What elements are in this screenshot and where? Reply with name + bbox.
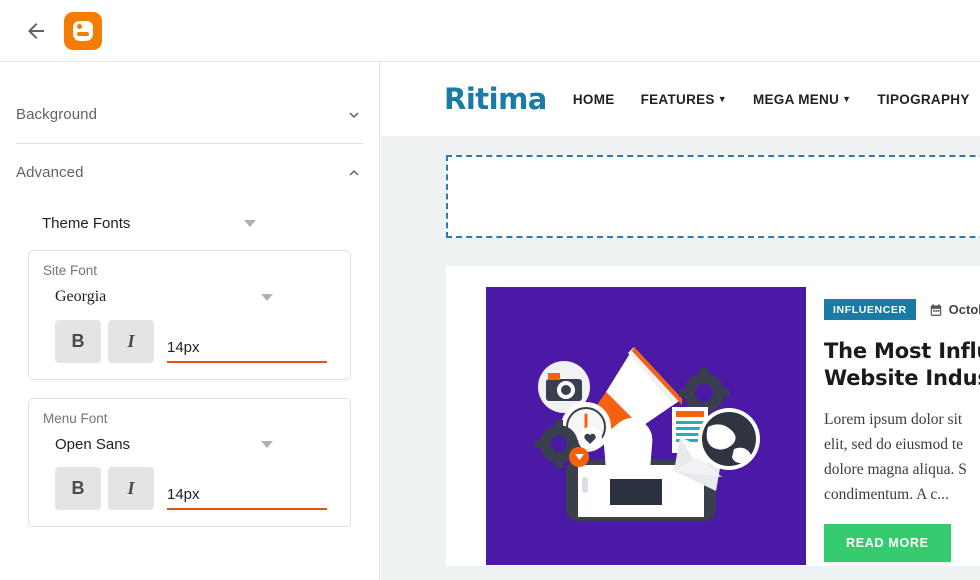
post-body: INFLUENCER Octobe The Most Influent Webs… (806, 287, 980, 566)
site-font-family-select[interactable]: Georgia (55, 288, 273, 306)
accordion-advanced[interactable]: Advanced (16, 144, 363, 201)
post-title[interactable]: The Most Influent Website Industry (824, 338, 980, 392)
theme-fonts-select[interactable]: Theme Fonts (42, 215, 256, 232)
read-more-button[interactable]: READ MORE (824, 524, 951, 563)
menu-font-family-select[interactable]: Open Sans (55, 436, 273, 453)
arrow-left-icon (28, 22, 44, 39)
chevron-down-icon: ▼ (842, 93, 852, 104)
post-meta: INFLUENCER Octobe (824, 299, 980, 320)
widget-dropzone[interactable] (446, 155, 980, 238)
caret-down-icon (261, 293, 273, 301)
menu-font-size-value: 14px (167, 485, 200, 503)
post-title-line-1: The Most Influent (824, 339, 980, 363)
megaphone-illustration (486, 287, 806, 565)
site-header: Ritima HOME FEATURES ▼ MEGA MENU ▼ TIPOG… (381, 62, 980, 136)
menu-font-italic-button[interactable]: I (108, 467, 154, 510)
nav-item-mega-menu-label: MEGA MENU (752, 91, 840, 107)
accordion-advanced-label: Advanced (16, 164, 84, 181)
post-excerpt-line-4: condimentum. A c... (824, 486, 949, 504)
site-font-size-input[interactable]: 14px (167, 338, 327, 363)
site-font-bold-button[interactable]: B (55, 320, 101, 363)
megaphone-illustration-svg (535, 347, 760, 521)
site-font-style-row: B I 14px (55, 320, 336, 363)
nav-item-home-label: HOME (572, 91, 615, 107)
menu-font-family-value: Open Sans (55, 436, 131, 453)
nav-item-home[interactable]: HOME (573, 92, 615, 107)
menu-font-card: Menu Font Open Sans B I 14px (28, 398, 351, 527)
site-nav: HOME FEATURES ▼ MEGA MENU ▼ TIPOGRAPHY (573, 92, 980, 107)
post-excerpt: Lorem ipsum dolor sit elit, sed do eiusm… (824, 407, 980, 507)
site-logo[interactable]: Ritima (444, 82, 547, 116)
menu-font-size-input[interactable]: 14px (167, 485, 327, 510)
chevron-up-icon (349, 169, 359, 176)
site-font-family-value: Georgia (55, 288, 107, 305)
nav-item-features[interactable]: FEATURES ▼ (641, 92, 727, 107)
post-title-line-2: Website Industry (824, 365, 980, 390)
menu-font-bold-button[interactable]: B (55, 467, 101, 510)
nav-item-tipography[interactable]: TIPOGRAPHY (877, 92, 969, 107)
settings-sidebar: Background Advanced Theme Fonts Site Fon… (0, 62, 380, 580)
accordion-background-label: Background (16, 106, 98, 123)
caret-down-icon (244, 220, 256, 227)
calendar-icon (930, 303, 941, 316)
post-date-text: Octobe (948, 302, 980, 317)
top-bar (0, 0, 980, 62)
post-excerpt-line-3: dolore magna aliqua. S (824, 460, 967, 478)
site-font-size-value: 14px (167, 338, 200, 356)
post-card: INFLUENCER Octobe The Most Influent Webs… (446, 266, 980, 566)
site-font-card: Site Font Georgia B I 14px (28, 250, 351, 380)
menu-font-style-row: B I 14px (55, 467, 336, 510)
chevron-down-icon: ▼ (717, 93, 727, 104)
accordion-background[interactable]: Background (16, 86, 363, 143)
blogger-logo-icon[interactable] (64, 11, 102, 50)
post-excerpt-line-1: Lorem ipsum dolor sit (824, 410, 963, 428)
blogger-theme-designer: Background Advanced Theme Fonts Site Fon… (0, 0, 980, 580)
site-font-title: Site Font (43, 263, 98, 278)
back-button[interactable] (14, 9, 58, 53)
caret-down-icon (261, 441, 273, 448)
nav-item-mega-menu[interactable]: MEGA MENU ▼ (753, 92, 851, 107)
chevron-down-icon (349, 111, 359, 118)
nav-item-tipography-label: TIPOGRAPHY (877, 91, 970, 107)
theme-preview-pane: Ritima HOME FEATURES ▼ MEGA MENU ▼ TIPOG… (381, 62, 980, 580)
post-excerpt-line-2: elit, sed do eiusmod te (824, 435, 964, 453)
theme-fonts-label: Theme Fonts (42, 215, 131, 232)
site-font-italic-button[interactable]: I (108, 320, 154, 363)
post-date: Octobe (929, 302, 980, 317)
nav-item-features-label: FEATURES (640, 91, 715, 107)
menu-font-title: Menu Font (43, 411, 108, 426)
category-badge[interactable]: INFLUENCER (824, 299, 916, 320)
